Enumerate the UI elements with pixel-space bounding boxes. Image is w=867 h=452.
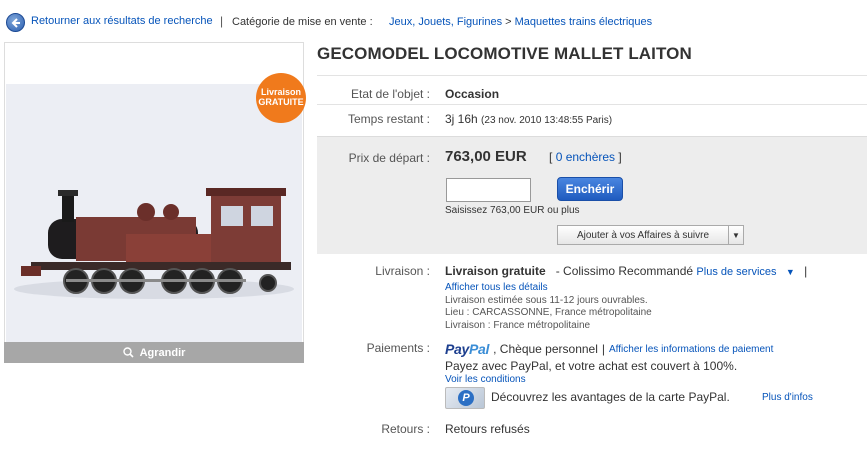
time-remaining: 3j 16h (23 nov. 2010 13:48:55 Paris) [445, 112, 612, 126]
state-divider [317, 104, 867, 105]
watchlist-label: Ajouter à vos Affaires à suivre [576, 229, 710, 241]
paypal-logo-part1: Pay [445, 341, 470, 357]
payment-methods: PayPal , Chèque personnel | Afficher les… [445, 341, 773, 357]
delivery-estimate: Livraison estimée sous 11-12 jours ouvra… [445, 294, 648, 306]
badge-line-1: Livraison [260, 87, 301, 97]
enlarge-button[interactable]: Agrandir [4, 342, 304, 363]
state-value: Occasion [445, 87, 500, 101]
item-location: Lieu : CARCASSONNE, France métropolitain… [445, 307, 652, 318]
zoom-icon [122, 347, 134, 358]
crumb-separator: > [505, 16, 512, 28]
category-label: Catégorie de mise en vente : [232, 16, 373, 28]
chevron-down-icon[interactable]: ▼ [728, 226, 743, 244]
breadcrumb-bar: Retourner aux résultats de recherche | C… [0, 0, 867, 42]
check-payment: , Chèque personnel [493, 342, 598, 356]
crumb-toys[interactable]: Jeux, Jouets, Figurines [389, 16, 502, 28]
bid-amount-input[interactable] [446, 178, 531, 202]
breadcrumb-separator: | [220, 14, 224, 28]
paypal-logo-part2: Pal [469, 341, 490, 357]
returns-label: Retours : [381, 422, 430, 436]
payment-label: Paiements : [366, 341, 430, 355]
paypal-card-icon: P [445, 387, 485, 409]
shipping-separator: | [804, 264, 808, 278]
more-info-link[interactable]: Plus d'infos [762, 392, 813, 403]
more-services-link[interactable]: Plus de services [696, 266, 776, 278]
shipping-method: - Colissimo Recommandé [555, 264, 694, 278]
shipping-summary: Livraison gratuite - Colissimo Recommand… [445, 264, 807, 278]
category-breadcrumb: Jeux, Jouets, Figurines > Maquettes trains… [389, 16, 652, 28]
time-remaining-value: 3j 16h [445, 112, 478, 126]
item-image-panel: Livraison GRATUITE [4, 42, 306, 363]
paypal-coverage: Payez avec PayPal, et votre achat est co… [445, 359, 738, 373]
time-label: Temps restant : [347, 112, 430, 126]
back-arrow-icon[interactable] [6, 13, 25, 32]
badge-line-2: GRATUITE [258, 97, 304, 107]
bid-count-link[interactable]: 0 enchères [556, 150, 615, 164]
end-date: (23 nov. 2010 13:48:55 Paris) [481, 115, 613, 126]
delivery-area: Livraison : France métropolitaine [445, 319, 591, 331]
start-price-label: Prix de départ : [348, 151, 430, 165]
enlarge-label: Agrandir [139, 346, 186, 359]
conditions-link[interactable]: Voir les conditions [445, 374, 526, 385]
bid-hint: Saisissez 763,00 EUR ou plus [445, 205, 580, 216]
shipping-label: Livraison : [375, 264, 430, 278]
shipping-title: Livraison gratuite [445, 264, 546, 278]
payment-info-link[interactable]: Afficher les informations de paiement [609, 344, 773, 355]
start-price: 763,00 EUR [445, 148, 527, 165]
shipping-details: Afficher tous les détails Livraison esti… [445, 282, 652, 332]
see-all-details-link[interactable]: Afficher tous les détails [445, 282, 548, 293]
item-photo[interactable] [6, 84, 302, 344]
chevron-down-icon[interactable]: ▼ [786, 267, 795, 277]
crumb-model-trains[interactable]: Maquettes trains électriques [515, 16, 653, 28]
title-divider [317, 75, 867, 76]
free-shipping-badge: Livraison GRATUITE [256, 73, 306, 123]
paypal-card-promo: Découvrez les avantages de la carte PayP… [491, 390, 730, 404]
item-title: GECOMODEL LOCOMOTIVE MALLET LAITON [317, 44, 692, 63]
state-label: Etat de l'objet : [350, 87, 430, 101]
bid-bracket-close: ] [618, 150, 622, 164]
add-to-watchlist-button[interactable]: Ajouter à vos Affaires à suivre ▼ [557, 225, 744, 245]
payment-separator: | [601, 342, 606, 356]
place-bid-button[interactable]: Enchérir [557, 177, 623, 201]
bid-count: [ 0 enchères ] [549, 150, 622, 164]
back-to-results-link[interactable]: Retourner aux résultats de recherche [31, 15, 213, 27]
bid-bracket-open: [ [549, 150, 553, 164]
paypal-logo: PayPal [445, 341, 489, 357]
returns-value: Retours refusés [445, 422, 530, 436]
